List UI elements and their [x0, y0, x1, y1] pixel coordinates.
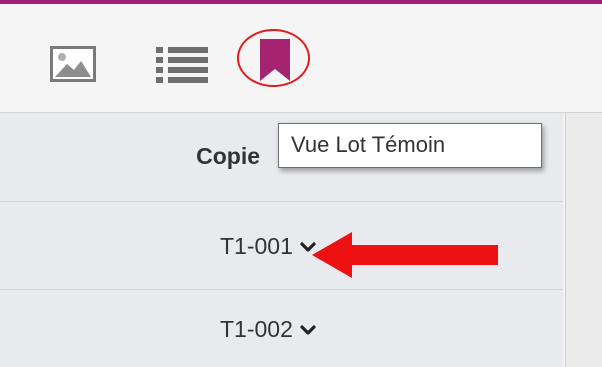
- row-cell: T1-001: [220, 233, 316, 260]
- tooltip: Vue Lot Témoin: [278, 123, 542, 168]
- row-label: T1-002: [220, 316, 293, 342]
- screen: Copie T1-001 T1-002 Vue Lot Témoin: [0, 0, 602, 367]
- adjacent-column: [565, 113, 602, 367]
- highlight-circle: [237, 29, 310, 87]
- tooltip-text: Vue Lot Témoin: [291, 132, 446, 157]
- arrow-left-icon: [312, 232, 498, 278]
- chevron-down-icon[interactable]: [300, 324, 316, 336]
- image-icon: [50, 46, 96, 82]
- view-toolbar: [0, 4, 602, 113]
- row-label: T1-001: [220, 233, 293, 259]
- table-row[interactable]: T1-002: [0, 290, 563, 367]
- image-view-button[interactable]: [50, 46, 96, 82]
- row-cell: T1-002: [220, 316, 316, 343]
- column-header-label: Copie: [196, 143, 260, 169]
- list-icon: [156, 47, 208, 83]
- list-view-button[interactable]: [154, 44, 212, 84]
